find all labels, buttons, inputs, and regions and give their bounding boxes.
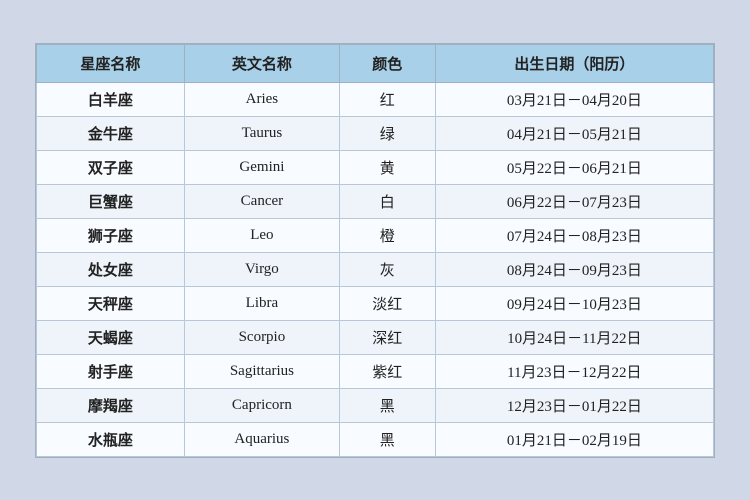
english-name-cell: Libra xyxy=(184,286,339,320)
zodiac-table-container: 星座名称 英文名称 颜色 出生日期（阳历） 白羊座Aries红03月21日－04… xyxy=(35,43,715,458)
dates-cell: 08月24日－09月23日 xyxy=(435,252,713,286)
chinese-name-cell: 狮子座 xyxy=(37,218,185,252)
dates-cell: 01月21日－02月19日 xyxy=(435,422,713,456)
table-row: 天秤座Libra淡红09月24日－10月23日 xyxy=(37,286,714,320)
chinese-name-cell: 天蝎座 xyxy=(37,320,185,354)
chinese-name-cell: 天秤座 xyxy=(37,286,185,320)
color-cell: 橙 xyxy=(339,218,435,252)
english-name-cell: Gemini xyxy=(184,150,339,184)
table-row: 狮子座Leo橙07月24日－08月23日 xyxy=(37,218,714,252)
color-cell: 黄 xyxy=(339,150,435,184)
english-name-cell: Virgo xyxy=(184,252,339,286)
english-name-cell: Aries xyxy=(184,82,339,116)
english-name-cell: Sagittarius xyxy=(184,354,339,388)
english-name-cell: Leo xyxy=(184,218,339,252)
dates-cell: 05月22日－06月21日 xyxy=(435,150,713,184)
chinese-name-cell: 巨蟹座 xyxy=(37,184,185,218)
english-name-cell: Cancer xyxy=(184,184,339,218)
dates-cell: 04月21日－05月21日 xyxy=(435,116,713,150)
english-name-cell: Taurus xyxy=(184,116,339,150)
table-row: 水瓶座Aquarius黑01月21日－02月19日 xyxy=(37,422,714,456)
dates-cell: 03月21日－04月20日 xyxy=(435,82,713,116)
dates-cell: 12月23日－01月22日 xyxy=(435,388,713,422)
dates-cell: 10月24日－11月22日 xyxy=(435,320,713,354)
table-row: 巨蟹座Cancer白06月22日－07月23日 xyxy=(37,184,714,218)
table-row: 双子座Gemini黄05月22日－06月21日 xyxy=(37,150,714,184)
english-name-cell: Scorpio xyxy=(184,320,339,354)
color-cell: 灰 xyxy=(339,252,435,286)
dates-cell: 11月23日－12月22日 xyxy=(435,354,713,388)
dates-cell: 06月22日－07月23日 xyxy=(435,184,713,218)
chinese-name-cell: 金牛座 xyxy=(37,116,185,150)
table-row: 处女座Virgo灰08月24日－09月23日 xyxy=(37,252,714,286)
table-header-row: 星座名称 英文名称 颜色 出生日期（阳历） xyxy=(37,44,714,82)
english-name-cell: Capricorn xyxy=(184,388,339,422)
color-cell: 紫红 xyxy=(339,354,435,388)
dates-cell: 09月24日－10月23日 xyxy=(435,286,713,320)
zodiac-table: 星座名称 英文名称 颜色 出生日期（阳历） 白羊座Aries红03月21日－04… xyxy=(36,44,714,457)
dates-cell: 07月24日－08月23日 xyxy=(435,218,713,252)
chinese-name-cell: 水瓶座 xyxy=(37,422,185,456)
header-dates: 出生日期（阳历） xyxy=(435,44,713,82)
color-cell: 深红 xyxy=(339,320,435,354)
english-name-cell: Aquarius xyxy=(184,422,339,456)
table-row: 天蝎座Scorpio深红10月24日－11月22日 xyxy=(37,320,714,354)
header-english-name: 英文名称 xyxy=(184,44,339,82)
table-row: 白羊座Aries红03月21日－04月20日 xyxy=(37,82,714,116)
chinese-name-cell: 双子座 xyxy=(37,150,185,184)
table-row: 摩羯座Capricorn黑12月23日－01月22日 xyxy=(37,388,714,422)
color-cell: 淡红 xyxy=(339,286,435,320)
chinese-name-cell: 摩羯座 xyxy=(37,388,185,422)
table-body: 白羊座Aries红03月21日－04月20日金牛座Taurus绿04月21日－0… xyxy=(37,82,714,456)
color-cell: 白 xyxy=(339,184,435,218)
chinese-name-cell: 射手座 xyxy=(37,354,185,388)
color-cell: 绿 xyxy=(339,116,435,150)
table-row: 金牛座Taurus绿04月21日－05月21日 xyxy=(37,116,714,150)
chinese-name-cell: 处女座 xyxy=(37,252,185,286)
table-row: 射手座Sagittarius紫红11月23日－12月22日 xyxy=(37,354,714,388)
color-cell: 黑 xyxy=(339,422,435,456)
chinese-name-cell: 白羊座 xyxy=(37,82,185,116)
color-cell: 红 xyxy=(339,82,435,116)
header-color: 颜色 xyxy=(339,44,435,82)
color-cell: 黑 xyxy=(339,388,435,422)
header-chinese-name: 星座名称 xyxy=(37,44,185,82)
